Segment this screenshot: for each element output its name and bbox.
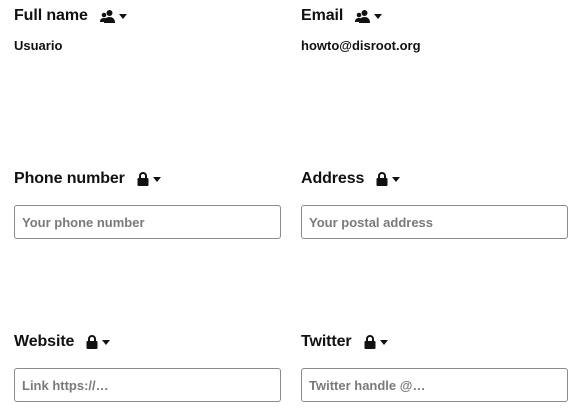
email-scope-menu-button[interactable] xyxy=(355,6,383,26)
fullname-label-row: Full name xyxy=(14,5,281,27)
address-section: Address xyxy=(301,168,568,239)
website-scope-menu-button[interactable] xyxy=(86,332,111,352)
website-label: Website xyxy=(14,333,75,350)
email-section: Email howto@disroot.org xyxy=(301,5,568,53)
address-label: Address xyxy=(301,170,365,187)
address-input[interactable] xyxy=(301,205,568,239)
contacts-icon xyxy=(99,10,115,23)
chevron-down-icon xyxy=(152,176,161,182)
chevron-down-icon xyxy=(379,339,388,345)
fullname-scope-menu-button[interactable] xyxy=(99,6,127,26)
website-label-row: Website xyxy=(14,331,281,353)
twitter-scope-menu-button[interactable] xyxy=(364,332,388,352)
website-input[interactable] xyxy=(14,368,281,402)
phone-scope-menu-button[interactable] xyxy=(137,169,161,189)
twitter-input[interactable] xyxy=(301,368,568,402)
fullname-label: Full name xyxy=(14,7,88,24)
phone-input[interactable] xyxy=(14,205,281,239)
lock-icon xyxy=(364,335,376,349)
fullname-section: Full name Usuario xyxy=(14,5,281,53)
twitter-section: Twitter xyxy=(301,331,568,402)
twitter-label-row: Twitter xyxy=(301,331,568,353)
chevron-down-icon xyxy=(374,13,383,19)
website-section: Website xyxy=(14,331,281,402)
email-label-row: Email xyxy=(301,5,568,27)
lock-icon xyxy=(137,172,149,186)
phone-label-row: Phone number xyxy=(14,168,281,190)
address-scope-menu-button[interactable] xyxy=(376,169,401,189)
contacts-icon xyxy=(355,10,371,23)
chevron-down-icon xyxy=(118,13,127,19)
twitter-label: Twitter xyxy=(301,333,352,350)
chevron-down-icon xyxy=(392,176,401,182)
email-value: howto@disroot.org xyxy=(301,38,421,53)
chevron-down-icon xyxy=(102,339,111,345)
fullname-value: Usuario xyxy=(14,38,63,53)
lock-icon xyxy=(376,172,388,186)
phone-label: Phone number xyxy=(14,170,125,187)
lock-icon xyxy=(86,335,98,349)
phone-section: Phone number xyxy=(14,168,281,239)
address-label-row: Address xyxy=(301,168,568,190)
email-label: Email xyxy=(301,7,344,24)
